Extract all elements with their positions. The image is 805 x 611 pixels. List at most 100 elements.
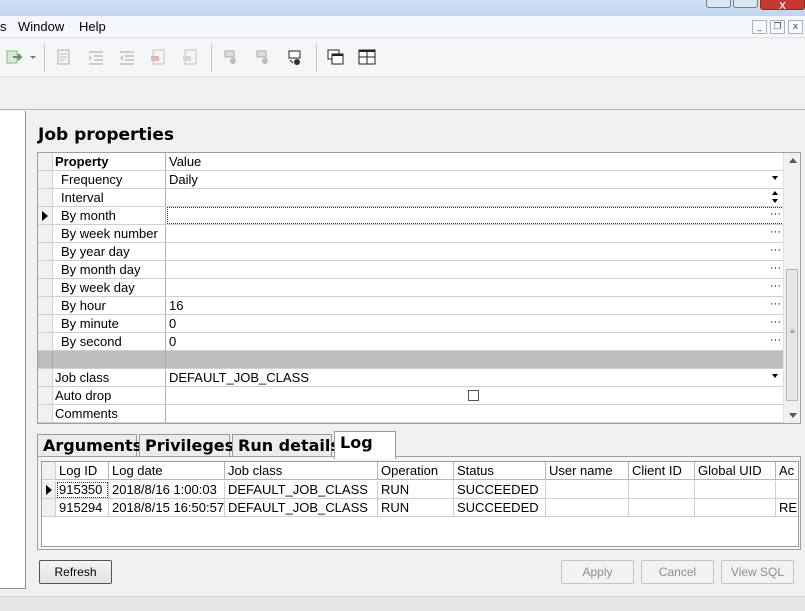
table-row[interactable]: 915350 2018/8/16 1:00:03 DEFAULT_JOB_CLA… bbox=[42, 481, 798, 499]
ellipsis-button[interactable]: ··· bbox=[770, 333, 781, 347]
table-cell[interactable] bbox=[776, 481, 798, 499]
spin-up-icon[interactable] bbox=[772, 191, 778, 195]
column-header-client-id[interactable]: Client ID bbox=[629, 462, 695, 480]
property-row-comments[interactable]: Comments bbox=[38, 405, 784, 423]
ellipsis-button[interactable]: ··· bbox=[770, 207, 781, 221]
property-row-by-minute[interactable]: By minute 0 ··· bbox=[38, 315, 784, 333]
table-cell[interactable] bbox=[546, 499, 629, 517]
table-cell[interactable] bbox=[695, 499, 776, 517]
table-row[interactable]: 915294 2018/8/15 16:50:57 DEFAULT_JOB_CL… bbox=[42, 499, 798, 517]
table-cell[interactable]: RE bbox=[776, 499, 798, 517]
column-header-log-date[interactable]: Log date bbox=[109, 462, 225, 480]
by-hour-field[interactable]: 16 ··· bbox=[167, 297, 784, 314]
property-row-frequency[interactable]: Frequency Daily bbox=[38, 171, 784, 189]
column-header-job-class[interactable]: Job class bbox=[225, 462, 378, 480]
ellipsis-button[interactable]: ··· bbox=[770, 261, 781, 275]
export-icon[interactable] bbox=[5, 48, 23, 66]
by-month-field[interactable]: ··· bbox=[167, 207, 784, 224]
table-cell[interactable]: SUCCEEDED bbox=[454, 481, 546, 499]
property-row-by-year-day[interactable]: By year day ··· bbox=[38, 243, 784, 261]
outdent-icon[interactable] bbox=[118, 48, 136, 66]
column-header-status[interactable]: Status bbox=[454, 462, 546, 480]
ellipsis-button[interactable]: ··· bbox=[770, 279, 781, 293]
dropdown-arrow-icon[interactable] bbox=[772, 176, 778, 180]
by-month-day-field[interactable]: ··· bbox=[167, 261, 784, 278]
tab-run-details[interactable]: Run details bbox=[232, 434, 340, 458]
menu-item-truncated[interactable]: s bbox=[0, 19, 7, 34]
apply-button[interactable]: Apply bbox=[561, 560, 634, 584]
job-run-icon[interactable] bbox=[287, 48, 305, 66]
scrollbar-thumb[interactable]: ≡ bbox=[786, 269, 798, 401]
job-icon[interactable] bbox=[223, 48, 241, 66]
column-header-ac[interactable]: Ac bbox=[776, 462, 798, 480]
job-class-select[interactable]: DEFAULT_JOB_CLASS bbox=[167, 369, 784, 386]
window-minimize-button[interactable] bbox=[706, 0, 731, 8]
interval-spinner[interactable] bbox=[167, 189, 784, 206]
property-row-job-class[interactable]: Job class DEFAULT_JOB_CLASS bbox=[38, 369, 784, 387]
ellipsis-button[interactable]: ··· bbox=[770, 297, 781, 311]
view-sql-button[interactable]: View SQL bbox=[721, 560, 794, 584]
comments-field[interactable] bbox=[167, 405, 784, 422]
table-cell[interactable]: 2018/8/15 16:50:57 bbox=[109, 499, 225, 517]
page-icon[interactable] bbox=[55, 48, 73, 66]
window-maximize-button[interactable] bbox=[733, 0, 758, 8]
auto-drop-checkbox[interactable] bbox=[468, 390, 479, 401]
by-minute-field[interactable]: 0 ··· bbox=[167, 315, 784, 332]
by-second-field[interactable]: 0 ··· bbox=[167, 333, 784, 350]
table-cell[interactable] bbox=[629, 499, 695, 517]
mdi-restore-button[interactable]: ❐ bbox=[770, 20, 785, 34]
menu-item-help[interactable]: Help bbox=[79, 19, 106, 34]
property-row-interval[interactable]: Interval bbox=[38, 189, 784, 207]
cancel-button[interactable]: Cancel bbox=[641, 560, 714, 584]
table-cell[interactable]: RUN bbox=[378, 499, 454, 517]
menu-item-window[interactable]: Window bbox=[18, 19, 64, 34]
table-cell[interactable] bbox=[546, 481, 629, 499]
table-cell[interactable]: 2018/8/16 1:00:03 bbox=[109, 481, 225, 499]
table-cell[interactable]: 915350 bbox=[56, 481, 109, 499]
indent-icon[interactable] bbox=[87, 48, 105, 66]
ellipsis-button[interactable]: ··· bbox=[770, 243, 781, 257]
table-cell[interactable] bbox=[695, 481, 776, 499]
property-row-by-hour[interactable]: By hour 16 ··· bbox=[38, 297, 784, 315]
tile-windows-icon[interactable] bbox=[358, 48, 376, 66]
table-cell[interactable]: SUCCEEDED bbox=[454, 499, 546, 517]
window-close-button[interactable]: x bbox=[760, 0, 805, 11]
cascade-windows-icon[interactable] bbox=[327, 48, 345, 66]
tab-log[interactable]: Log bbox=[334, 431, 396, 459]
table-cell[interactable] bbox=[629, 481, 695, 499]
dropdown-arrow-icon[interactable] bbox=[772, 374, 778, 378]
scroll-down-icon[interactable] bbox=[789, 413, 797, 418]
spin-down-icon[interactable] bbox=[772, 199, 778, 203]
column-header-global-uid[interactable]: Global UID bbox=[695, 462, 776, 480]
restore-page-icon[interactable] bbox=[182, 48, 200, 66]
tab-arguments[interactable]: Arguments bbox=[37, 434, 142, 458]
tab-privileges[interactable]: Privileges bbox=[139, 434, 234, 458]
property-row-by-week-day[interactable]: By week day ··· bbox=[38, 279, 784, 297]
ellipsis-button[interactable]: ··· bbox=[770, 315, 781, 329]
column-header-user-name[interactable]: User name bbox=[546, 462, 629, 480]
by-week-number-field[interactable]: ··· bbox=[167, 225, 784, 242]
by-week-day-field[interactable]: ··· bbox=[167, 279, 784, 296]
chevron-down-icon[interactable] bbox=[28, 48, 38, 66]
scroll-up-icon[interactable] bbox=[789, 158, 797, 163]
job-disabled-icon[interactable] bbox=[255, 48, 273, 66]
table-cell[interactable]: 915294 bbox=[56, 499, 109, 517]
table-cell[interactable]: DEFAULT_JOB_CLASS bbox=[225, 499, 378, 517]
by-year-day-field[interactable]: ··· bbox=[167, 243, 784, 260]
property-row-by-week-number[interactable]: By week number ··· bbox=[38, 225, 784, 243]
property-row-by-month[interactable]: By month ··· bbox=[38, 207, 784, 225]
property-row-by-second[interactable]: By second 0 ··· bbox=[38, 333, 784, 351]
ellipsis-button[interactable]: ··· bbox=[770, 225, 781, 239]
remove-page-icon[interactable] bbox=[150, 48, 168, 66]
column-header-log-id[interactable]: Log ID bbox=[56, 462, 109, 480]
property-grid-scrollbar[interactable]: ≡ bbox=[783, 153, 800, 423]
column-header-operation[interactable]: Operation bbox=[378, 462, 454, 480]
table-cell[interactable]: RUN bbox=[378, 481, 454, 499]
table-cell[interactable]: DEFAULT_JOB_CLASS bbox=[225, 481, 378, 499]
mdi-minimize-button[interactable]: _ bbox=[752, 20, 767, 34]
frequency-select[interactable]: Daily bbox=[167, 171, 784, 188]
property-row-by-month-day[interactable]: By month day ··· bbox=[38, 261, 784, 279]
mdi-close-button[interactable]: x bbox=[788, 20, 803, 34]
property-row-auto-drop[interactable]: Auto drop bbox=[38, 387, 784, 405]
refresh-button[interactable]: Refresh bbox=[39, 560, 112, 584]
